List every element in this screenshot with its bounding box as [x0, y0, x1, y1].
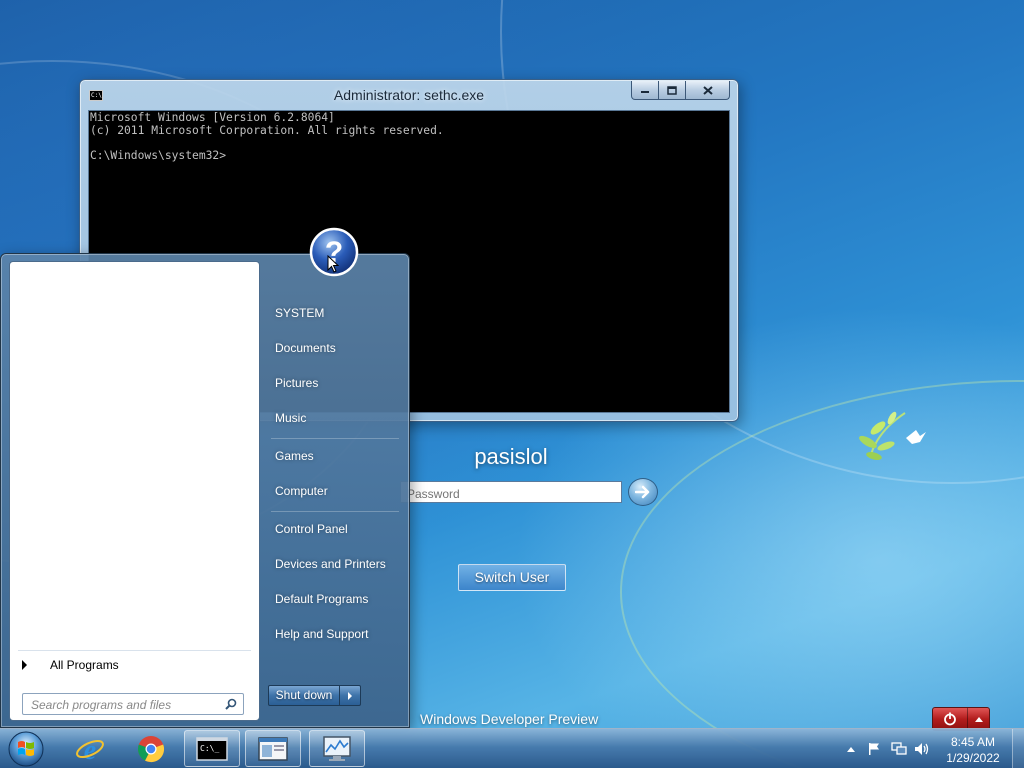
start-search-input[interactable]: Search programs and files — [22, 693, 244, 715]
maximize-icon — [667, 85, 677, 95]
action-center-flag-icon[interactable] — [866, 741, 882, 757]
logon-username: pasislol — [474, 444, 548, 469]
show-desktop-button[interactable] — [1012, 729, 1024, 768]
start-item-documents[interactable]: Documents — [267, 333, 403, 363]
console-line: Microsoft Windows [Version 6.2.8064] — [90, 111, 335, 124]
caret-right-icon — [22, 660, 27, 670]
taskbar-resource-monitor[interactable] — [309, 730, 365, 767]
start-item-control-panel[interactable]: Control Panel — [267, 514, 403, 544]
start-item-computer[interactable]: Computer — [267, 476, 403, 506]
shutdown-button-group: Shut down — [268, 685, 361, 706]
close-button[interactable] — [686, 81, 730, 100]
power-icon[interactable] — [933, 708, 968, 730]
taskbar-chrome[interactable] — [123, 730, 179, 767]
console-line: (c) 2011 Microsoft Corporation. All righ… — [90, 123, 444, 137]
close-icon — [702, 85, 713, 95]
minimize-button[interactable] — [631, 81, 659, 100]
start-item-system[interactable]: SYSTEM — [267, 298, 403, 328]
clock-time[interactable]: 8:45 AM — [940, 735, 1006, 749]
monitor-chart-icon — [323, 735, 351, 761]
start-item-help-and-support[interactable]: Help and Support — [267, 619, 403, 649]
desktop: C:\ Administrator: sethc.exe Microsoft W… — [0, 0, 1024, 768]
start-item-games[interactable]: Games — [267, 441, 403, 471]
window-icon — [258, 736, 288, 761]
maximize-button[interactable] — [659, 81, 686, 100]
taskbar-window-app[interactable] — [245, 730, 301, 767]
console-titlebar[interactable]: C:\ Administrator: sethc.exe — [80, 80, 738, 110]
network-icon[interactable] — [891, 741, 907, 757]
taskbar: e C:\_ 8:45 AM 1/29/2022 — [0, 728, 1024, 768]
cmd-icon: C:\_ — [196, 736, 228, 761]
svg-text:e: e — [84, 735, 96, 764]
console-prompt: C:\Windows\system32> — [90, 148, 227, 162]
logon-submit-button[interactable] — [628, 478, 658, 506]
wallpaper-bird-logo — [859, 411, 926, 460]
chrome-icon — [137, 735, 165, 762]
arrow-right-icon — [635, 485, 650, 499]
search-placeholder: Search programs and files — [31, 698, 172, 712]
start-item-default-programs[interactable]: Default Programs — [267, 584, 403, 614]
caret-right-icon — [348, 691, 352, 700]
windows-logo-icon[interactable] — [6, 730, 46, 768]
internet-explorer-icon: e — [76, 735, 104, 764]
start-menu: All Programs Search programs and files S… — [0, 253, 410, 728]
minimize-icon — [641, 91, 649, 93]
all-programs-label: All Programs — [50, 658, 119, 672]
start-menu-separator — [271, 438, 399, 439]
clock-date[interactable]: 1/29/2022 — [940, 751, 1006, 765]
show-hidden-icons-icon[interactable] — [843, 741, 859, 757]
search-icon[interactable] — [225, 698, 237, 710]
all-programs-button[interactable]: All Programs — [18, 650, 251, 679]
start-menu-programs-pane: All Programs Search programs and files — [9, 261, 260, 721]
start-menu-separator — [271, 511, 399, 512]
password-field[interactable] — [400, 481, 622, 503]
switch-user-button[interactable]: Switch User — [458, 564, 566, 591]
volume-icon[interactable] — [914, 741, 930, 757]
branding-text: Windows Developer Preview — [420, 711, 599, 727]
svg-text:C:\_: C:\_ — [200, 744, 219, 753]
start-item-pictures[interactable]: Pictures — [267, 368, 403, 398]
taskbar-command-prompt[interactable]: C:\_ — [184, 730, 240, 767]
start-item-music[interactable]: Music — [267, 403, 403, 433]
power-options-arrow-icon[interactable] — [968, 708, 989, 730]
start-item-devices-and-printers[interactable]: Devices and Printers — [267, 549, 403, 579]
shutdown-options-button[interactable] — [340, 686, 360, 705]
shutdown-button[interactable]: Shut down — [269, 686, 340, 705]
taskbar-internet-explorer[interactable]: e — [62, 730, 118, 767]
mouse-pointer-icon — [327, 255, 339, 273]
window-controls — [631, 81, 730, 100]
